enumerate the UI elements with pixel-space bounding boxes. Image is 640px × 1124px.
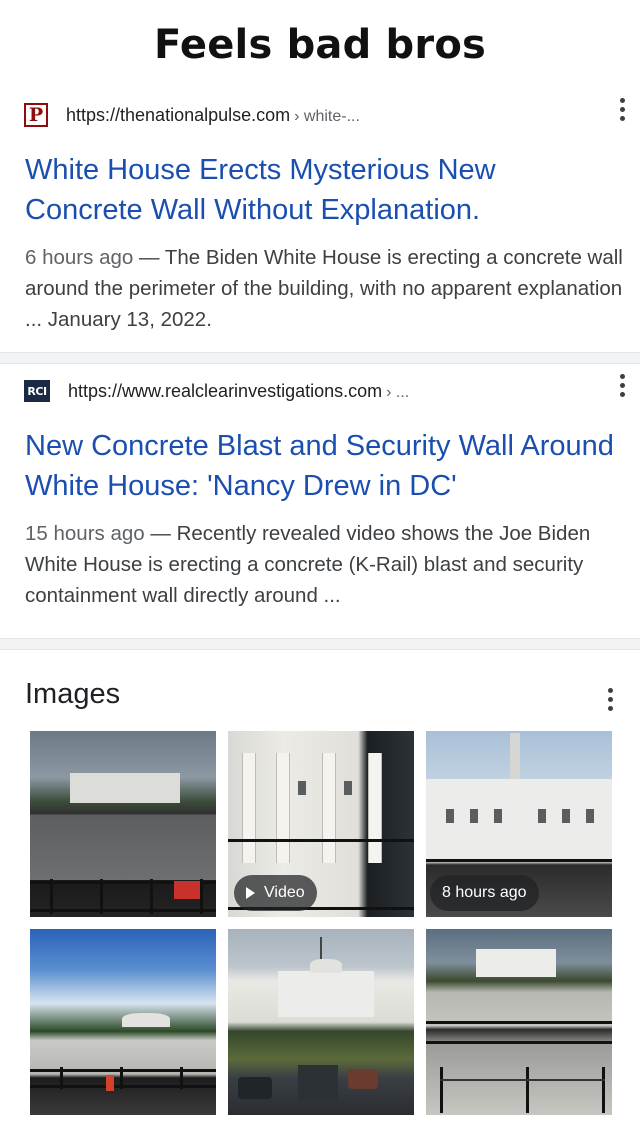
image-thumbnail-2-video[interactable]: Video: [228, 731, 414, 917]
more-options-icon[interactable]: [612, 370, 632, 400]
site-favicon-icon: RCI: [24, 380, 50, 402]
image-thumbnail-6[interactable]: [426, 929, 612, 1115]
result-url: https://www.realclearinvestigations.com ›…: [68, 380, 410, 401]
image-thumbnail-3[interactable]: 8 hours ago: [426, 731, 612, 917]
meme-caption: Feels bad bros: [153, 22, 487, 68]
more-options-icon[interactable]: [612, 94, 632, 124]
result-divider: [0, 352, 640, 364]
result-date: 15 hours ago: [25, 522, 145, 545]
result-snippet: 6 hours ago — The Biden White House is e…: [25, 246, 623, 331]
video-badge: Video: [234, 875, 317, 911]
image-thumbnail-1[interactable]: [30, 731, 216, 917]
images-section-title: Images: [25, 678, 121, 710]
search-result-2[interactable]: RCI https://www.realclearinvestigations.…: [0, 366, 640, 638]
image-thumbnail-5[interactable]: [228, 929, 414, 1115]
result-divider: [0, 638, 640, 650]
result-source[interactable]: P https://thenationalpulse.com › white-..…: [24, 100, 620, 130]
images-more-options-icon[interactable]: [600, 684, 620, 714]
result-url: https://thenationalpulse.com › white-...: [66, 104, 360, 125]
result-date: 6 hours ago: [25, 246, 134, 269]
image-thumbnail-4[interactable]: [30, 929, 216, 1115]
play-icon: [246, 887, 255, 899]
result-snippet: 15 hours ago — Recently revealed video s…: [25, 522, 591, 607]
time-badge: 8 hours ago: [430, 875, 539, 911]
result-headline-link[interactable]: New Concrete Blast and Security Wall Aro…: [25, 426, 615, 506]
search-result-1[interactable]: P https://thenationalpulse.com › white-..…: [0, 90, 640, 352]
result-headline-link[interactable]: White House Erects Mysterious New Concre…: [25, 150, 615, 230]
site-favicon-icon: P: [24, 103, 48, 127]
result-source[interactable]: RCI https://www.realclearinvestigations.…: [24, 376, 620, 406]
